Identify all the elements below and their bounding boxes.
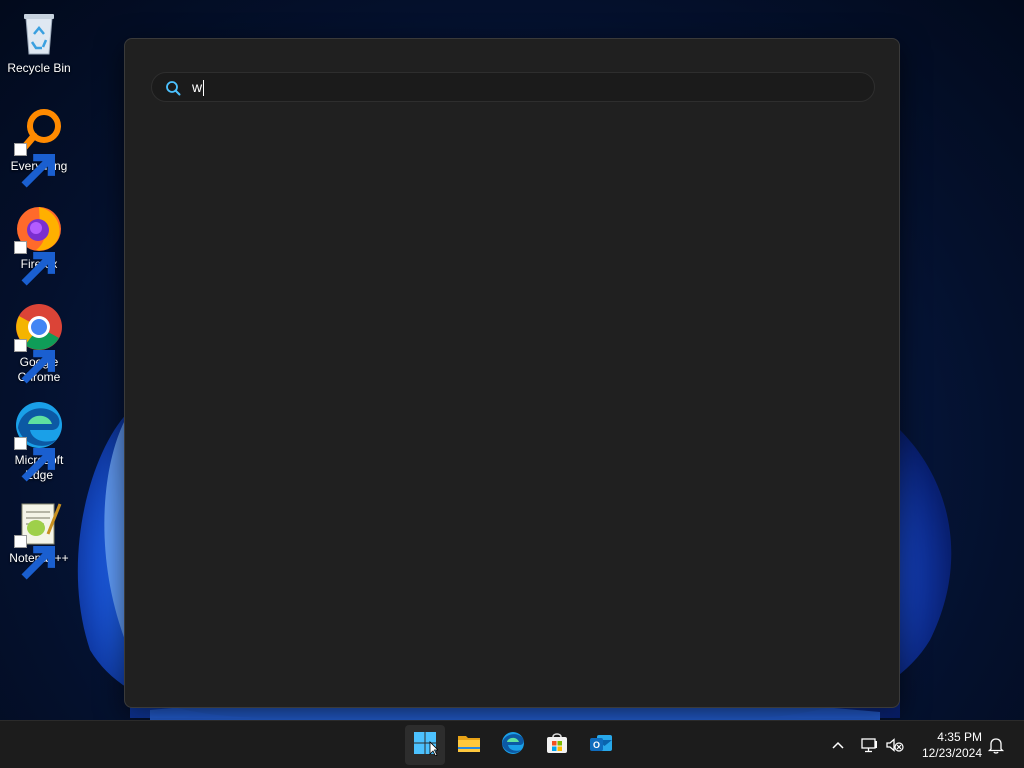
- desktop-icon-firefox[interactable]: Firefox: [2, 204, 76, 286]
- bell-icon: [986, 738, 1006, 759]
- clock-date: 12/23/2024: [921, 746, 982, 760]
- shortcut-arrow-icon: [14, 339, 56, 384]
- taskbar-edge-button[interactable]: [493, 725, 533, 765]
- taskbar-store-button[interactable]: [537, 725, 577, 765]
- recycle-bin-icon: [14, 8, 64, 58]
- edge-icon: [14, 400, 64, 482]
- desktop-icon-chrome[interactable]: Google Chrome: [2, 302, 76, 385]
- search-input[interactable]: [192, 77, 852, 97]
- taskbar: O 4:35 PM 12/23/2024: [0, 720, 1024, 768]
- taskbar-start-button[interactable]: [405, 725, 445, 765]
- taskbar-outlook-button[interactable]: O: [581, 725, 621, 765]
- notepadpp-icon: [14, 498, 64, 580]
- clock-time: 4:35 PM: [937, 730, 982, 744]
- desktop-icon-everything[interactable]: Everything: [2, 106, 76, 188]
- outlook-icon: O: [588, 730, 614, 761]
- shortcut-arrow-icon: [14, 535, 56, 580]
- system-clock[interactable]: 4:35 PM 12/23/2024: [922, 729, 982, 761]
- volume-muted-icon: [885, 738, 905, 759]
- network-status-button[interactable]: [859, 735, 879, 755]
- chrome-icon: [14, 302, 64, 384]
- desktop-icon-edge[interactable]: Microsoft Edge: [2, 400, 76, 483]
- firefox-icon: [14, 204, 64, 286]
- desktop-icon-notepadpp[interactable]: Notepad++: [2, 498, 76, 580]
- windows-start-icon: [412, 730, 439, 761]
- shortcut-arrow-icon: [14, 437, 56, 482]
- everything-icon: [14, 106, 64, 188]
- shortcut-arrow-icon: [14, 143, 56, 188]
- svg-text:O: O: [593, 740, 600, 750]
- volume-button[interactable]: [885, 735, 905, 755]
- shortcut-arrow-icon: [14, 241, 56, 286]
- desktop-icon-recycle-bin[interactable]: Recycle Bin: [2, 8, 76, 76]
- show-hidden-icons-button[interactable]: [828, 735, 848, 755]
- store-icon: [544, 730, 570, 761]
- network-icon: [859, 738, 879, 759]
- text-caret: [203, 80, 205, 96]
- desktop-icon-label: Recycle Bin: [7, 61, 71, 75]
- notifications-button[interactable]: [986, 735, 1006, 755]
- chevron-up-icon: [828, 741, 848, 759]
- edge-icon: [500, 730, 526, 761]
- start-menu-panel: [124, 38, 900, 708]
- file-explorer-icon: [456, 730, 482, 761]
- search-box[interactable]: [151, 72, 875, 102]
- taskbar-file-explorer-button[interactable]: [449, 725, 489, 765]
- search-icon: [165, 80, 181, 96]
